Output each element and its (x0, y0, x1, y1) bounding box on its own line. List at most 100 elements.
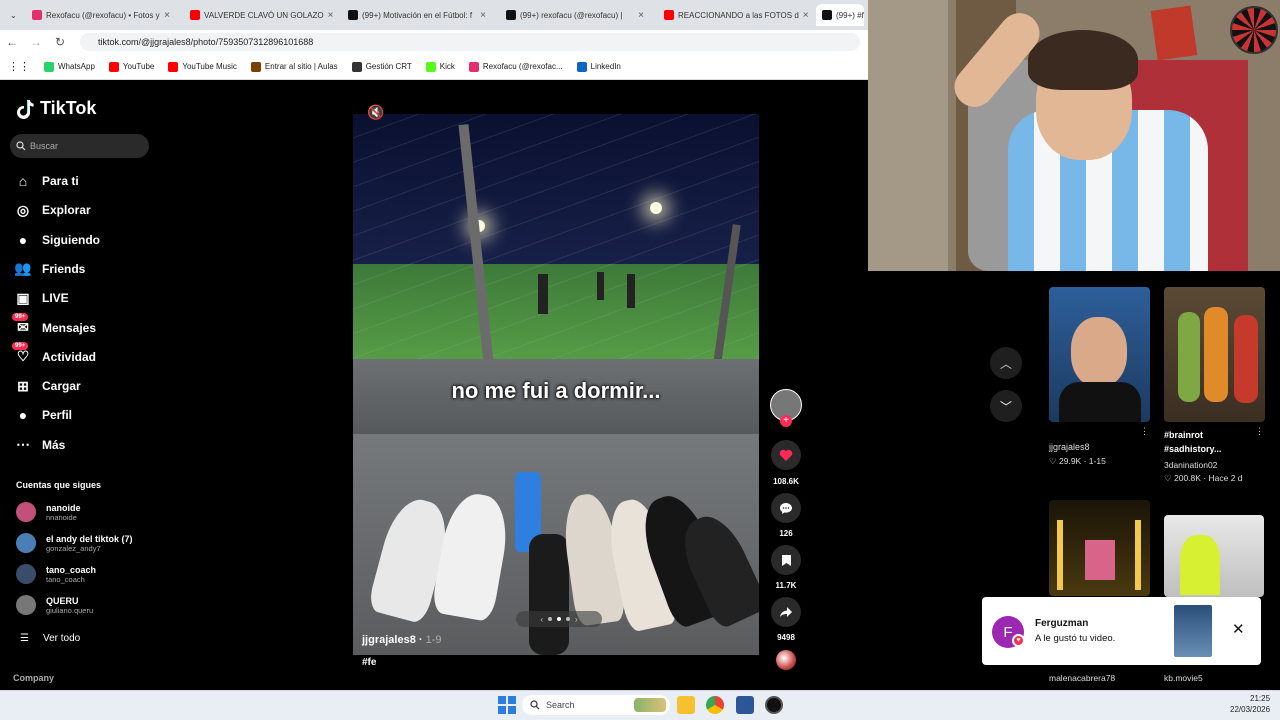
card-author[interactable]: jjgrajales8 (1049, 440, 1090, 454)
close-tab-icon[interactable]: × (164, 10, 170, 21)
share-count: 9498 (777, 633, 795, 642)
related-thumbnail[interactable] (1164, 287, 1265, 422)
bookmark-item[interactable]: YouTube Music (168, 61, 237, 72)
bookmark-item[interactable]: Rexofacu (@rexofac... (468, 61, 563, 72)
like-notification[interactable]: F ♥ Ferguzman A le gustó tu video. ✕ (982, 597, 1261, 665)
close-tab-icon[interactable]: × (638, 10, 644, 21)
company-link[interactable]: Company (13, 673, 54, 683)
close-tab-icon[interactable]: × (480, 10, 486, 21)
account-name: QUERU (46, 595, 79, 606)
sidebar-item-activity[interactable]: ♡ 99+ Actividad (12, 341, 96, 367)
bookmark-label: YouTube Music (182, 62, 237, 71)
start-icon[interactable] (498, 696, 516, 714)
bookmark-item[interactable]: Entrar al sitio | Aulas (250, 61, 338, 72)
tab-menu-icon[interactable]: ⌄ (4, 4, 24, 26)
browser-tab[interactable]: (99+) rexofacu (@rexofacu) | × (500, 4, 650, 26)
notification-badge: 99+ (12, 312, 29, 321)
close-notification-icon[interactable]: ✕ (1232, 620, 1245, 638)
following-account[interactable]: el andy del tiktok (7) gonzalez_andy7 (16, 533, 133, 553)
page-dot-active[interactable] (557, 617, 561, 621)
next-photo-icon[interactable]: › (575, 615, 578, 624)
author-name[interactable]: jjgrajales8 (362, 634, 416, 646)
bookmark-item[interactable]: Kick (425, 61, 455, 72)
thumb-figure (1204, 307, 1228, 402)
sidebar-item-upload[interactable]: ⊞ Cargar (14, 376, 81, 396)
comment-button[interactable] (771, 493, 801, 523)
post-author[interactable]: jjgrajales8 · 1-9 (362, 634, 442, 646)
heart-outline-icon: ♡ (1049, 456, 1057, 466)
tiktok-logo[interactable]: TikTok (16, 98, 96, 119)
following-account[interactable]: tano_coach tano_coach (16, 564, 96, 584)
post-hashtag[interactable]: #fe (362, 657, 376, 668)
activity-icon: ♡ 99+ (12, 341, 32, 366)
page-dot[interactable] (566, 617, 570, 621)
notepad-icon[interactable] (736, 696, 754, 714)
follow-plus-icon[interactable]: + (780, 415, 792, 427)
chrome-icon[interactable] (706, 696, 724, 714)
sidebar-item-following[interactable]: ● Siguiendo (14, 230, 100, 250)
taskbar-search[interactable]: Search (522, 695, 670, 715)
browser-tab[interactable]: VALVERDE CLAVÓ UN GOLAZO × (184, 4, 334, 26)
like-button[interactable] (771, 440, 801, 470)
sidebar-item-label: Mensajes (42, 320, 97, 335)
sidebar-item-compass[interactable]: ◎ Explorar (14, 200, 91, 220)
browser-tab[interactable]: REACCIONANDO a las FOTOS d × (658, 4, 808, 26)
close-tab-icon[interactable]: × (328, 10, 334, 21)
prev-photo-icon[interactable]: ‹ (540, 615, 543, 624)
browser-tab[interactable]: Rexofacu (@rexofacu) • Fotos y × (26, 4, 176, 26)
back-icon[interactable]: ← (0, 35, 24, 49)
reload-icon[interactable]: ↻ (48, 35, 72, 49)
related-thumbnail[interactable] (1049, 500, 1150, 596)
forward-icon[interactable]: → (24, 35, 48, 49)
tiktok-app-icon[interactable] (765, 696, 783, 714)
page-dot[interactable] (548, 617, 552, 621)
system-clock[interactable]: 21:25 22/03/2026 (1230, 693, 1270, 715)
apps-icon[interactable]: ⋮⋮ (8, 60, 30, 73)
sidebar-item-label: Cargar (42, 379, 81, 394)
following-account[interactable]: nanoide nnanoide (16, 502, 81, 522)
thumb-person (1180, 535, 1220, 595)
card-title[interactable]: #brainrot #sadhistory... (1164, 428, 1260, 456)
bookmark-item[interactable]: Gestión CRT (351, 61, 412, 72)
like-count: 108.6K (773, 477, 799, 486)
hair (1028, 30, 1138, 90)
share-button[interactable] (771, 597, 801, 627)
search-icon (530, 700, 540, 710)
mute-icon[interactable]: 🔇 (367, 104, 384, 121)
related-thumbnail[interactable] (1049, 287, 1150, 422)
bookmark-item[interactable]: YouTube (108, 61, 154, 72)
photo-pager[interactable]: ‹ › (516, 611, 602, 627)
previous-video-button[interactable]: ︿ (990, 347, 1022, 379)
sidebar-item-profile[interactable]: ● Perfil (14, 405, 72, 425)
sidebar-item-home[interactable]: ⌂ Para ti (14, 171, 79, 191)
card-author[interactable]: malenacabrera78 (1049, 673, 1115, 683)
file-explorer-icon[interactable] (677, 696, 695, 714)
search-icon (16, 141, 26, 151)
next-video-button[interactable]: ﹀ (990, 390, 1022, 422)
browser-tab[interactable]: (99+) #f (816, 4, 864, 26)
save-button[interactable] (771, 545, 801, 575)
bookmark-item[interactable]: LinkedIn (576, 61, 621, 72)
bookmark-item[interactable]: WhatsApp (44, 61, 95, 72)
card-author[interactable]: 3danination02 (1164, 460, 1217, 470)
thumb-light (1057, 520, 1063, 590)
card-author[interactable]: kb.movie5 (1164, 673, 1203, 683)
sidebar-item-live[interactable]: ▣ LIVE (14, 288, 68, 308)
music-disc-icon[interactable] (776, 650, 796, 670)
spiderman-poster (1150, 5, 1198, 61)
related-thumbnail[interactable] (1164, 515, 1264, 597)
sidebar-item-messages[interactable]: ✉ 99+ Mensajes (12, 312, 97, 338)
following-account[interactable]: QUERU giuliano.queru (16, 595, 93, 615)
following-title: Cuentas que sigues (16, 480, 102, 490)
url-field[interactable]: tiktok.com/@jjgrajales8/photo/7593507312… (80, 33, 860, 51)
sidebar-item-friends[interactable]: 👥 Friends (14, 259, 85, 279)
see-all-link[interactable]: ☰ Ver todo (20, 628, 80, 648)
thumb-light (1135, 520, 1141, 590)
browser-tab[interactable]: (99+) Motivación en el Fútbol: f × (342, 4, 492, 26)
search-input[interactable]: Buscar (10, 134, 149, 158)
more-options-icon[interactable]: ⋮ (1140, 426, 1149, 437)
sidebar-item-more[interactable]: ⋯ Más (14, 435, 65, 455)
clock-date: 22/03/2026 (1230, 705, 1271, 714)
comment-count: 126 (779, 529, 793, 538)
close-tab-icon[interactable]: × (803, 10, 808, 21)
